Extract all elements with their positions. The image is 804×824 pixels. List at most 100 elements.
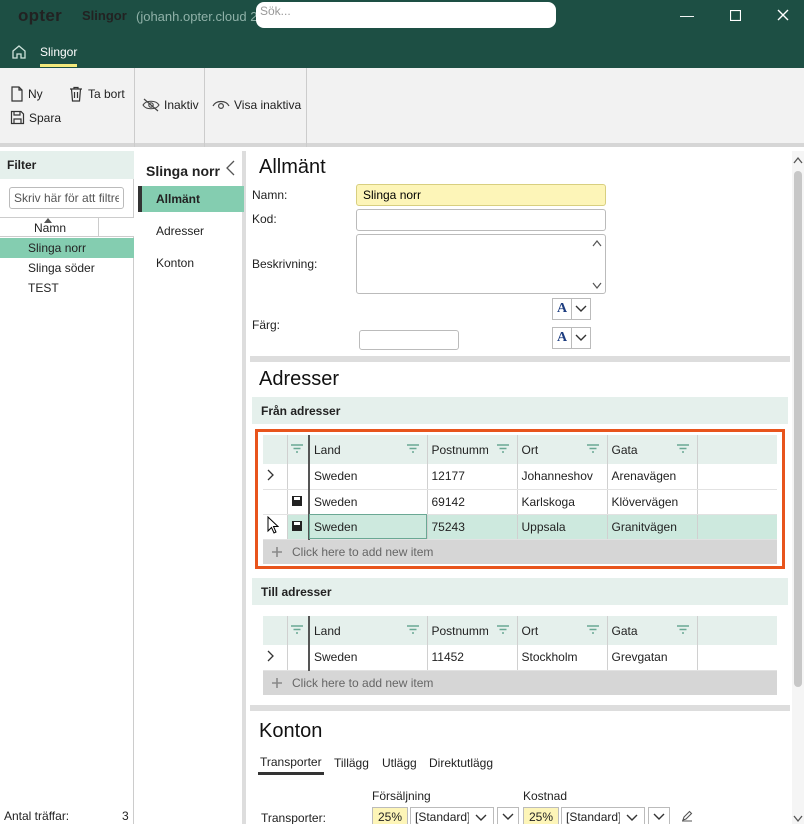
nav-item-accounts[interactable]: Konton	[138, 250, 244, 276]
chevron-down-icon[interactable]	[648, 807, 670, 824]
cell-ort[interactable]: Karlskoga	[517, 489, 608, 515]
description-field[interactable]	[356, 234, 606, 294]
ribbon-divider	[204, 68, 205, 147]
list-item[interactable]: Slinga norr	[0, 238, 134, 258]
tab-slingor[interactable]: Slingor	[40, 45, 77, 59]
search-input[interactable]	[256, 2, 556, 28]
list-item[interactable]: Slinga söder	[0, 258, 134, 278]
tab-transporter[interactable]: Transporter	[260, 755, 322, 769]
app-name: Slingor	[82, 8, 127, 23]
expand-row-cell[interactable]	[263, 464, 288, 490]
filter-icon	[406, 444, 419, 453]
nav-item-addresses[interactable]: Adresser	[138, 218, 244, 244]
cell-postnr[interactable]: 11452	[427, 645, 518, 671]
table-row[interactable]: Sweden 69142 Karlskoga Klövervägen	[263, 489, 777, 515]
cell-land[interactable]: Sweden	[309, 514, 428, 540]
table-row[interactable]: Sweden 12177 Johanneshov Arenavägen	[263, 464, 777, 490]
plus-icon	[272, 678, 282, 688]
column-header-gata[interactable]: Gata	[607, 435, 698, 464]
cost-percent-field[interactable]: 25%	[523, 807, 559, 824]
cell-land[interactable]: Sweden	[309, 489, 428, 515]
edit-icon[interactable]	[681, 810, 693, 824]
collapse-icon[interactable]	[224, 160, 236, 179]
cell-ort[interactable]: Uppsala	[517, 514, 608, 540]
cell-ort[interactable]: Johanneshov	[517, 464, 608, 490]
sales-account-select[interactable]: [Standard]	[410, 807, 494, 824]
transporter-row-label: Transporter:	[261, 811, 326, 824]
code-field[interactable]	[356, 209, 606, 231]
cell-land[interactable]: Sweden	[309, 464, 428, 490]
cell-gata[interactable]: Granitvägen	[607, 514, 698, 540]
scrollbar-thumb[interactable]	[794, 171, 802, 687]
filter-column-header[interactable]: Namn	[0, 217, 134, 237]
column-header-ort[interactable]: Ort	[517, 435, 608, 464]
scroll-down-icon[interactable]	[793, 812, 803, 824]
cell-empty	[697, 464, 777, 490]
add-new-from-address[interactable]: Click here to add new item	[263, 540, 777, 564]
filter-icon	[586, 444, 599, 453]
scroll-up-icon[interactable]	[592, 236, 602, 250]
ribbon-divider	[306, 68, 307, 147]
chevron-down-icon[interactable]	[571, 327, 591, 349]
show-inactive-button[interactable]: Visa inaktiva	[212, 98, 301, 112]
cost-account-select[interactable]: [Standard]	[561, 807, 645, 824]
cell-land[interactable]: Sweden	[309, 645, 428, 671]
inactive-button[interactable]: Inaktiv	[142, 98, 199, 112]
table-row[interactable]: Sweden 11452 Stockholm Grevgatan	[263, 645, 777, 671]
filter-column[interactable]	[287, 616, 310, 645]
tab-utlagg[interactable]: Utlägg	[382, 756, 417, 770]
cell-gata[interactable]: Klövervägen	[607, 489, 698, 515]
plus-icon	[272, 547, 282, 557]
description-label: Beskrivning:	[252, 257, 318, 271]
font-color-icon[interactable]: A	[552, 327, 572, 349]
column-header-ort[interactable]: Ort	[517, 616, 608, 645]
column-header-land[interactable]: Land	[309, 616, 428, 645]
tab-tillagg[interactable]: Tillägg	[334, 756, 369, 770]
cell-postnr[interactable]: 69142	[427, 489, 518, 515]
filter-column[interactable]	[287, 435, 310, 464]
server-name: (johanh.opter.cloud 2	[136, 9, 258, 24]
save-button[interactable]: Spara	[10, 110, 61, 125]
chevron-down-icon[interactable]	[571, 298, 591, 320]
table-row[interactable]: Sweden 75243 Uppsala Granitvägen	[263, 514, 777, 540]
expand-row-cell[interactable]	[263, 645, 288, 671]
addresses-title: Adresser	[259, 368, 340, 390]
close-icon[interactable]	[760, 0, 804, 30]
cell-ort[interactable]: Stockholm	[517, 645, 608, 671]
scroll-down-icon[interactable]	[592, 279, 602, 293]
save-icon	[291, 495, 302, 506]
column-header-gata[interactable]: Gata	[607, 616, 698, 645]
home-icon[interactable]	[10, 43, 28, 61]
cell-gata[interactable]: Grevgatan	[607, 645, 698, 671]
tab-direktutlagg[interactable]: Direktutlägg	[429, 756, 493, 770]
list-item[interactable]: TEST	[0, 278, 134, 298]
new-button[interactable]: Ny	[10, 86, 43, 102]
scroll-up-icon[interactable]	[793, 153, 803, 167]
maximize-icon[interactable]	[712, 0, 758, 30]
ribbon-divider	[134, 68, 135, 147]
expand-row-cell[interactable]	[263, 514, 288, 540]
name-field[interactable]	[356, 184, 606, 206]
column-header-postnr[interactable]: Postnummer	[427, 435, 518, 464]
cell-empty	[697, 514, 777, 540]
cell-gata[interactable]: Arenavägen	[607, 464, 698, 490]
filter-icon	[496, 625, 509, 634]
chevron-down-icon[interactable]	[497, 807, 519, 824]
add-new-label: Click here to add new item	[292, 545, 434, 559]
filter-icon	[676, 444, 689, 453]
column-header-postnr[interactable]: Postnummer	[427, 616, 518, 645]
font-color-icon[interactable]: A	[552, 298, 572, 320]
sales-percent-field[interactable]: 25%	[372, 807, 408, 824]
nav-item-general[interactable]: Allmänt	[138, 186, 244, 212]
minimize-icon[interactable]: —	[664, 0, 710, 30]
cell-postnr[interactable]: 75243	[427, 514, 518, 540]
row-status-cell	[287, 645, 310, 671]
expand-row-cell[interactable]	[263, 489, 288, 515]
column-header-land[interactable]: Land	[309, 435, 428, 464]
filter-input[interactable]	[9, 187, 124, 209]
add-new-to-address[interactable]: Click here to add new item	[263, 671, 777, 695]
from-addresses-title: Från adresser	[252, 397, 788, 424]
color-field[interactable]	[359, 330, 459, 350]
cell-postnr[interactable]: 12177	[427, 464, 518, 490]
delete-button[interactable]: Ta bort	[68, 86, 125, 102]
